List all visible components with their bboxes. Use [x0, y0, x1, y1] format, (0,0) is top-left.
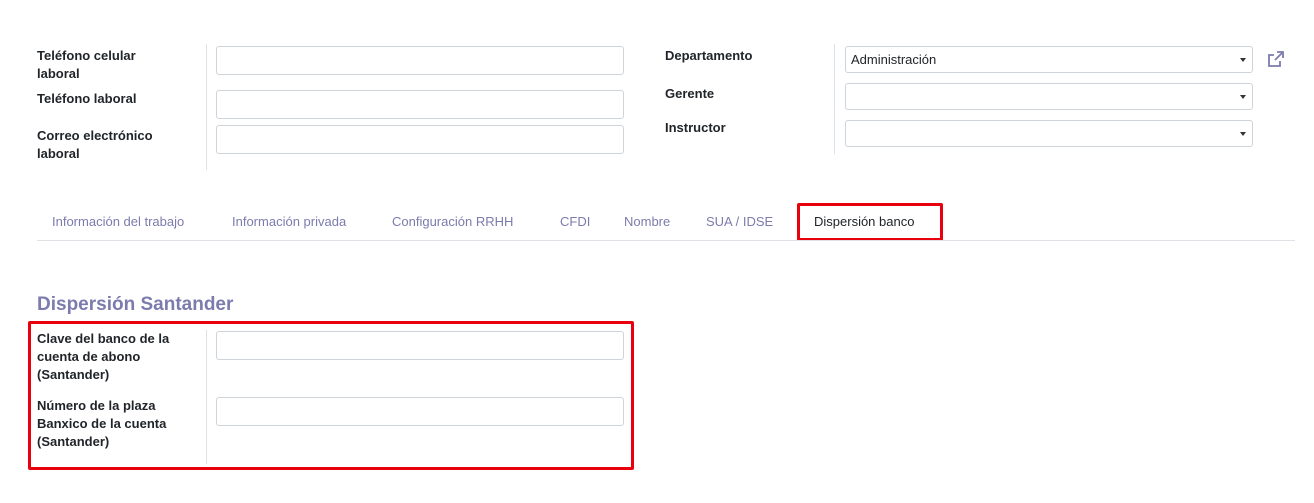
- department-select[interactable]: Administración: [845, 46, 1253, 73]
- label-department: Departamento: [665, 48, 753, 63]
- work-phone-input[interactable]: [216, 90, 624, 119]
- tab-sua-idse[interactable]: SUA / IDSE: [706, 214, 773, 230]
- label-work-email: Correo electrónico laboral: [37, 128, 153, 161]
- chevron-down-icon: [1240, 58, 1246, 62]
- work-email-input[interactable]: [216, 125, 624, 154]
- tab-highlight-box: [797, 203, 943, 241]
- chevron-down-icon: [1240, 132, 1246, 136]
- field-divider: [834, 44, 835, 154]
- department-select-value: Administración: [851, 52, 937, 67]
- label-instructor: Instructor: [665, 120, 726, 135]
- field-divider: [206, 44, 207, 170]
- tab-cfdi[interactable]: CFDI: [560, 214, 590, 230]
- external-link-icon[interactable]: [1266, 49, 1286, 69]
- tab-private-info[interactable]: Información privada: [232, 214, 346, 230]
- section-title: Dispersión Santander: [37, 294, 234, 315]
- tab-hr-settings[interactable]: Configuración RRHH: [392, 214, 513, 230]
- section-highlight-box: [28, 321, 634, 470]
- label-work-phone: Teléfono laboral: [37, 91, 137, 106]
- chevron-down-icon: [1240, 95, 1246, 99]
- tab-job-info[interactable]: Información del trabajo: [52, 214, 184, 230]
- mobile-work-phone-input[interactable]: [216, 46, 624, 75]
- instructor-select[interactable]: [845, 120, 1253, 147]
- tab-name[interactable]: Nombre: [624, 214, 670, 230]
- manager-select[interactable]: [845, 83, 1253, 110]
- tabs-underline: [37, 240, 1295, 241]
- label-mobile-work-phone: Teléfono celular laboral: [37, 48, 136, 81]
- label-manager: Gerente: [665, 86, 715, 101]
